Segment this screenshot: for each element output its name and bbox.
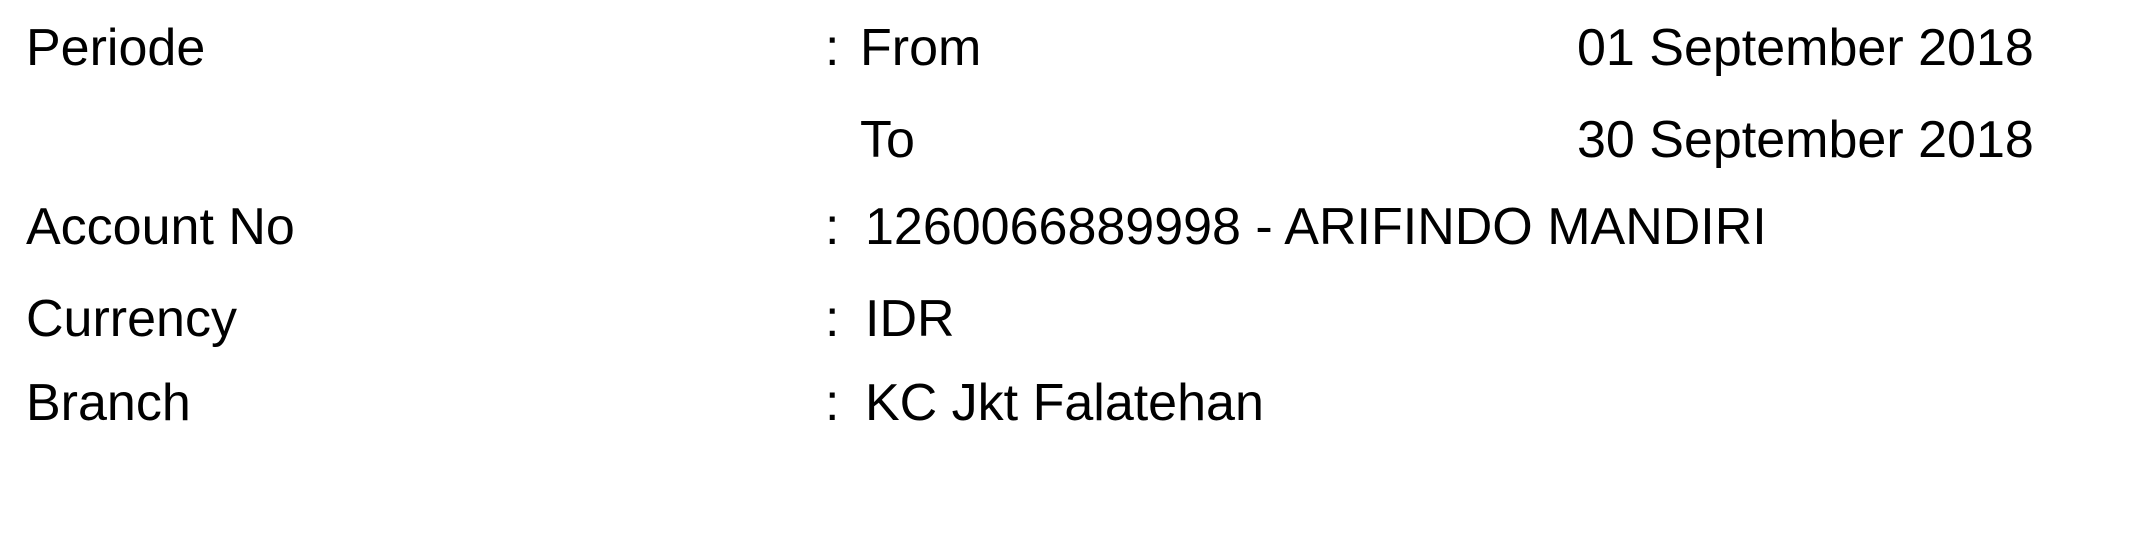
account-no-colon: : (825, 198, 840, 256)
currency-label: Currency (26, 290, 237, 348)
branch-value: KC Jkt Falatehan (865, 374, 1264, 432)
periode-label: Periode (26, 19, 206, 77)
to-label: To (860, 111, 915, 169)
currency-value: IDR (865, 290, 955, 348)
branch-label: Branch (26, 374, 191, 432)
statement-header-block: Periode : From 01 September 2018 To 30 S… (0, 0, 2135, 546)
account-no-label: Account No (26, 198, 295, 256)
to-date: 30 September 2018 (1577, 111, 2034, 169)
account-no-value: 1260066889998 - ARIFINDO MANDIRI (865, 198, 1767, 256)
from-date: 01 September 2018 (1577, 19, 2034, 77)
from-label: From (860, 19, 982, 77)
currency-colon: : (825, 290, 840, 348)
branch-colon: : (825, 374, 840, 432)
periode-colon: : (825, 19, 840, 77)
